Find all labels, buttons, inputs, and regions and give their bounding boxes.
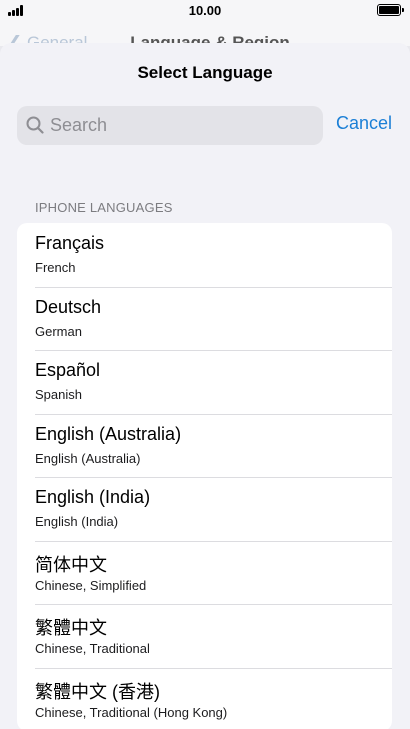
language-name: 繁體中文 (香港): [35, 681, 160, 702]
language-row-chinese-traditional-hong-kong[interactable]: 繁體中文 (香港) Chinese, Traditional (Hong Kon…: [17, 667, 392, 729]
language-row-english-australia[interactable]: English (Australia) English (Australia): [17, 413, 392, 478]
sheet-title: Select Language: [137, 63, 273, 82]
language-row-spanish[interactable]: Español Spanish: [17, 350, 392, 414]
battery-icon: [377, 4, 404, 16]
language-name: English (India): [35, 487, 151, 507]
language-row-chinese-simplified[interactable]: 简体中文 Chinese, Simplified: [17, 540, 392, 605]
language-row-french[interactable]: Français French: [17, 223, 392, 287]
section-header-iphone-languages: IPHONE LANGUAGES: [35, 200, 173, 215]
language-subtitle: Chinese, Traditional (Hong Kong): [35, 704, 228, 720]
language-name: Español: [35, 360, 101, 380]
language-subtitle: Chinese, Simplified: [35, 577, 147, 593]
language-row-german[interactable]: Deutsch German: [17, 286, 392, 351]
language-name: 简体中文: [35, 554, 107, 575]
language-list: Français French Deutsch German Español S…: [17, 223, 392, 729]
language-subtitle: English (Australia): [35, 450, 141, 466]
select-language-sheet: Select Language Cancel IPHONE LANGUAGES …: [0, 43, 410, 729]
search-field[interactable]: [17, 106, 323, 145]
language-name: Français: [35, 233, 105, 253]
language-subtitle: Chinese, Traditional: [35, 641, 150, 656]
language-row-english-india[interactable]: English (India) English (India): [17, 477, 392, 541]
language-subtitle: English (India): [35, 514, 119, 529]
language-row-chinese-traditional[interactable]: 繁體中文 Chinese, Traditional: [17, 604, 392, 668]
search-input[interactable]: [50, 106, 318, 145]
screen: 10.00 ❮ General Language & Region Select…: [0, 0, 410, 729]
status-bar: 10.00: [0, 0, 410, 22]
cancel-button[interactable]: Cancel: [336, 113, 392, 134]
language-subtitle: German: [35, 323, 82, 339]
language-name: 繁體中文: [35, 618, 107, 638]
status-time: 10.00: [188, 3, 222, 18]
language-name: Deutsch: [35, 296, 102, 317]
language-name: English (Australia): [35, 423, 182, 444]
search-icon: [26, 116, 44, 134]
language-subtitle: Spanish: [35, 387, 82, 402]
language-subtitle: French: [35, 260, 76, 275]
